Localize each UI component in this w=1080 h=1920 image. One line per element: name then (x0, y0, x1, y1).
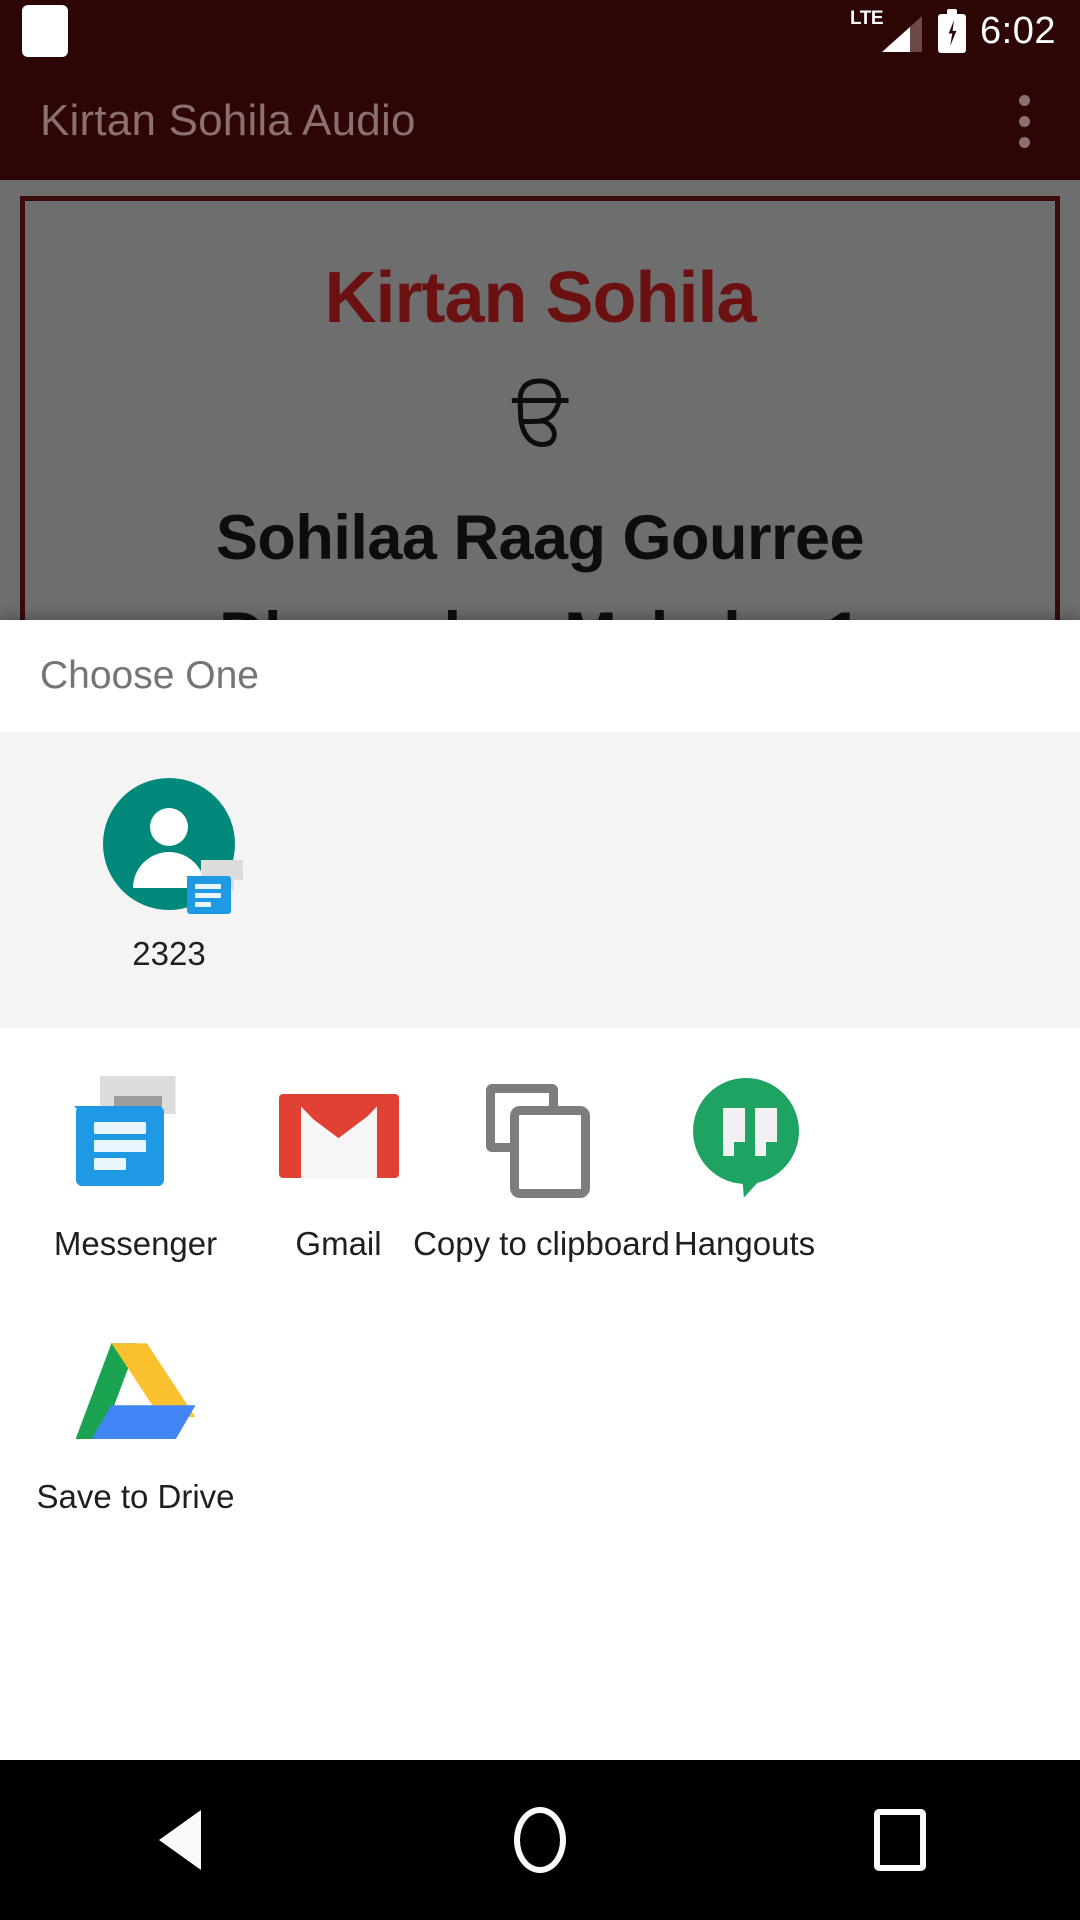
app-label: Gmail (295, 1224, 382, 1262)
recents-square-icon (874, 1809, 926, 1871)
document-line-1: Sohilaa Raag Gourree (215, 502, 865, 573)
phone-screen: LTE 6:02 Kirtan Sohila Audio Kirtan Sohi… (0, 0, 1080, 1920)
share-target-hangouts[interactable]: Hangouts (643, 1068, 846, 1264)
app-row-2: Save to Drive (0, 1263, 1080, 1517)
share-sheet: Choose One 2323 Messenger Gmail Copy to … (0, 620, 1080, 1760)
overflow-menu-icon[interactable] (994, 76, 1054, 166)
hangouts-icon (679, 1068, 811, 1200)
hangouts-quote-right (754, 1107, 777, 1156)
messenger-back-line (113, 1095, 162, 1107)
share-target-copy-to-clipboard[interactable]: Copy to clipboard (413, 1068, 670, 1264)
home-button[interactable] (480, 1780, 600, 1900)
drive-triangle (75, 1343, 196, 1440)
contact-avatar-icon (103, 778, 243, 914)
page-title: Kirtan Sohila Audio (40, 96, 416, 145)
share-target-save-to-drive[interactable]: Save to Drive (34, 1321, 237, 1517)
status-bar-right: LTE 6:02 (850, 8, 1080, 54)
copy-icon (476, 1068, 608, 1200)
avatar-head (150, 808, 188, 846)
messenger-line (93, 1139, 146, 1152)
document-title: Kirtan Sohila (324, 258, 756, 338)
share-sheet-title: Choose One (40, 654, 259, 697)
app-bar: Kirtan Sohila Audio (0, 62, 1080, 180)
app-label: Save to Drive (36, 1478, 235, 1516)
status-bar-left (0, 5, 68, 57)
dot (1018, 94, 1030, 106)
messenger-badge-icon (185, 858, 247, 916)
badge-line (195, 884, 221, 889)
app-row-1: Messenger Gmail Copy to clipboard Hangou… (0, 1068, 1080, 1264)
hangouts-bubble (692, 1077, 799, 1184)
dot (1018, 115, 1030, 127)
badge-line (195, 902, 211, 907)
battery-charging-icon (938, 9, 967, 53)
app-icon (22, 5, 68, 57)
share-target-messenger[interactable]: Messenger (34, 1068, 237, 1264)
messenger-line (93, 1121, 146, 1134)
ik-onkar-symbol: ੳ (512, 371, 568, 461)
app-target-grid: Messenger Gmail Copy to clipboard Hangou… (0, 1028, 1080, 1527)
navigation-bar (0, 1760, 1080, 1920)
hangouts-quote-left (722, 1107, 745, 1156)
back-triangle-icon (159, 1810, 201, 1870)
dot (1018, 136, 1030, 148)
google-drive-icon (70, 1321, 202, 1453)
direct-share-band: 2323 (0, 732, 1080, 1028)
clock: 6:02 (980, 10, 1056, 52)
direct-share-target-2323[interactable]: 2323 (34, 778, 304, 974)
app-label: Hangouts (673, 1224, 816, 1262)
messenger-line (93, 1157, 126, 1170)
app-label: Messenger (53, 1224, 218, 1262)
direct-share-row: 2323 (0, 778, 1080, 974)
messenger-icon (70, 1068, 202, 1200)
app-label: Copy to clipboard (413, 1224, 670, 1262)
gmail-icon (273, 1068, 405, 1200)
status-bar: LTE 6:02 (0, 0, 1080, 62)
badge-line (195, 893, 221, 898)
lte-label: LTE (850, 8, 884, 29)
gmail-envelope (278, 1093, 399, 1178)
recents-button[interactable] (840, 1780, 960, 1900)
back-button[interactable] (120, 1780, 240, 1900)
home-circle-icon (514, 1807, 566, 1873)
direct-share-label: 2323 (132, 935, 206, 972)
signal-icon: LTE (850, 8, 924, 54)
share-target-gmail[interactable]: Gmail (237, 1068, 440, 1264)
copy-front-sheet (509, 1105, 590, 1198)
